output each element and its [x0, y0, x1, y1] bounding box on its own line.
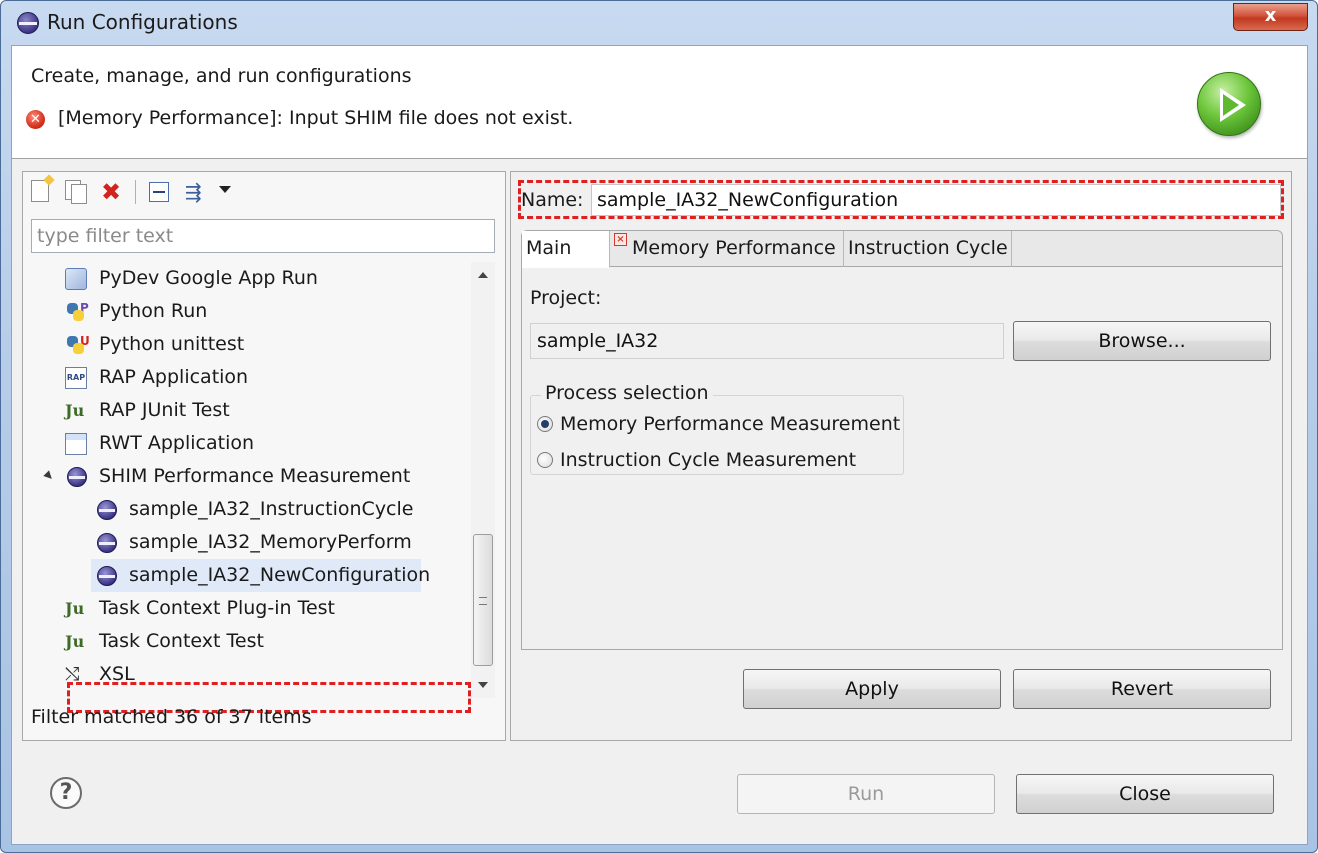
radio-label: Instruction Cycle Measurement — [560, 449, 857, 471]
tree-item-label: PyDev Google App Run — [99, 267, 318, 289]
run-button[interactable]: Run — [737, 774, 995, 814]
filter-status: Filter matched 36 of 37 items — [31, 706, 312, 728]
tree-item-task-context-plugin-test[interactable]: Ju Task Context Plug-in Test — [23, 592, 471, 625]
eclipse-icon — [17, 12, 39, 34]
project-field[interactable] — [530, 323, 1004, 359]
tree-item-task-context-test[interactable]: Ju Task Context Test — [23, 625, 471, 658]
tree-item-label: Task Context Plug-in Test — [99, 597, 335, 619]
group-title: Process selection — [541, 382, 713, 404]
rap-icon: RAP — [65, 367, 87, 389]
dialog-header: Create, manage, and run configurations ✕… — [12, 46, 1307, 159]
tree-item-python-run[interactable]: P Python Run — [23, 295, 471, 328]
tree-item-label: Python unittest — [99, 333, 245, 355]
config-toolbar: ✖ ⇶ — [23, 172, 505, 212]
tab-label: Instruction Cycle — [848, 237, 1008, 259]
tree-item-sample-newconfiguration[interactable]: sample_IA32_NewConfiguration — [91, 559, 430, 592]
error-icon: × — [614, 233, 627, 246]
tree-item-label: Task Context Test — [99, 630, 264, 652]
tree-item-rap-junit-test[interactable]: Ju RAP JUnit Test — [23, 394, 471, 427]
shim-icon — [97, 500, 117, 520]
filter-input[interactable] — [31, 219, 495, 253]
duplicate-icon[interactable] — [65, 180, 89, 204]
apply-button[interactable]: Apply — [743, 669, 1001, 709]
junit-plugin-icon: Ju — [65, 599, 85, 618]
process-selection-group: Process selection Memory Performance Mea… — [530, 382, 904, 475]
python-unittest-icon: U — [65, 334, 90, 356]
tree-scrollbar[interactable] — [471, 262, 495, 698]
tree-item-label: XSL — [99, 663, 135, 685]
junit-icon: Ju — [65, 632, 85, 651]
filter-icon[interactable]: ⇶ — [185, 180, 209, 204]
run-icon — [1197, 72, 1261, 136]
tab-main[interactable]: Main — [522, 231, 610, 268]
tree-item-label: sample_IA32_MemoryPerform — [129, 531, 412, 553]
tree-item-label: RAP JUnit Test — [99, 399, 230, 421]
dialog-client-area: Create, manage, and run configurations ✕… — [11, 45, 1308, 845]
tree-item-sample-instructioncycle[interactable]: sample_IA32_InstructionCycle — [23, 493, 471, 526]
tree-item-label: sample_IA32_InstructionCycle — [129, 498, 414, 520]
tree-item-xsl[interactable]: ⤭ XSL — [23, 658, 471, 691]
tree-item-sample-memoryperform[interactable]: sample_IA32_MemoryPerform — [23, 526, 471, 559]
xsl-icon: ⤭ — [65, 664, 80, 685]
tree-item-label: RWT Application — [99, 432, 255, 454]
chevron-down-icon[interactable] — [219, 186, 231, 193]
close-button[interactable]: Close — [1016, 774, 1274, 814]
delete-icon[interactable]: ✖ — [99, 180, 123, 204]
tree-item-label: sample_IA32_NewConfiguration — [129, 564, 431, 586]
collapse-all-icon[interactable] — [149, 182, 169, 202]
tab-memory-performance[interactable]: × Memory Performance — [610, 231, 844, 267]
toolbar-divider — [135, 180, 136, 204]
scroll-up-icon[interactable] — [478, 272, 488, 278]
browse-button[interactable]: Browse... — [1013, 321, 1271, 361]
new-configuration-icon[interactable] — [31, 180, 49, 202]
tree-item-shim-performance-measurement[interactable]: SHIM Performance Measurement — [23, 460, 471, 493]
tab-label: Main — [526, 237, 572, 259]
radio-button[interactable] — [537, 452, 553, 468]
shim-icon — [97, 566, 117, 586]
scroll-down-icon[interactable] — [478, 682, 488, 688]
window-title: Run Configurations — [47, 10, 238, 34]
grip-icon — [479, 597, 487, 605]
name-field[interactable] — [591, 184, 1281, 216]
scroll-thumb[interactable] — [473, 534, 493, 666]
junit-icon: Ju — [65, 401, 85, 420]
python-icon: P — [65, 301, 89, 323]
revert-button[interactable]: Revert — [1013, 669, 1271, 709]
tree-item-label: Python Run — [99, 300, 208, 322]
expand-arrow-icon[interactable] — [43, 470, 55, 482]
tab-label: Memory Performance — [632, 237, 836, 259]
tree-item-rwt-application[interactable]: RWT Application — [23, 427, 471, 460]
run-configurations-window: Run Configurations x Create, manage, and… — [0, 0, 1318, 853]
window-close-button[interactable]: x — [1233, 3, 1308, 31]
rwt-icon — [65, 433, 87, 455]
tree-item-label: SHIM Performance Measurement — [99, 465, 411, 487]
error-message: [Memory Performance]: Input SHIM file do… — [58, 107, 574, 129]
tree-item-pydev-google-app-run[interactable]: PyDev Google App Run — [23, 262, 471, 295]
tree-item-label: RAP Application — [99, 366, 249, 388]
configuration-editor-pane: Name: Main × Memory Performance Instruct… — [510, 171, 1292, 741]
project-label: Project: — [530, 287, 602, 309]
radio-button[interactable] — [537, 416, 553, 432]
tab-strip: Main × Memory Performance Instruction Cy… — [522, 231, 1282, 268]
shim-icon — [67, 467, 87, 487]
configuration-tree: PyDev Google App Run P Python Run U Pyth… — [23, 262, 471, 698]
radio-label: Memory Performance Measurement — [560, 413, 901, 435]
tree-item-python-unittest[interactable]: U Python unittest — [23, 328, 471, 361]
title-bar[interactable]: Run Configurations x — [1, 1, 1317, 47]
header-title: Create, manage, and run configurations — [31, 65, 412, 87]
tree-item-rap-application[interactable]: RAP RAP Application — [23, 361, 471, 394]
error-icon: ✕ — [26, 110, 45, 129]
configuration-list-pane: ✖ ⇶ PyDev Google App Run P Python Run U — [22, 171, 506, 741]
tab-instruction-cycle[interactable]: Instruction Cycle — [844, 231, 1012, 267]
help-icon[interactable]: ? — [50, 777, 82, 809]
tab-folder: Main × Memory Performance Instruction Cy… — [521, 230, 1283, 650]
pydev-icon — [65, 268, 87, 290]
name-label: Name: — [521, 189, 584, 211]
shim-icon — [97, 533, 117, 553]
